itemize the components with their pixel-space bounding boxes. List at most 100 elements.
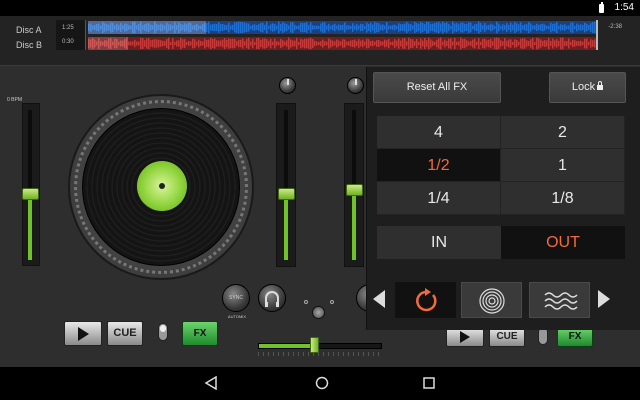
channel-b-fader-fill [352,196,356,260]
waveform-bar [134,39,136,48]
waveform-bar [464,23,466,32]
waveform-bar [190,41,192,46]
chevron-right-icon[interactable] [598,290,610,308]
beat-option[interactable]: 2 [501,116,625,149]
fx-button[interactable]: FX [182,321,218,346]
beat-option[interactable]: 4 [377,116,501,149]
waveform-bar [454,23,456,32]
waveform-bar [322,22,324,33]
vinyl-label [137,161,187,211]
waveform-bar [442,21,444,34]
waveform-bar [328,38,330,49]
sync-label: SYNC [229,295,243,301]
waveform-bar [466,40,468,47]
loop-in-button[interactable]: IN [377,226,501,259]
disc-b-waveform[interactable] [88,37,596,50]
loop-out-button[interactable]: OUT [501,226,625,259]
waveform-bar [580,24,582,31]
waveform-bar [468,22,470,33]
waveform-bar [408,23,410,32]
channel-a-gain-knob[interactable] [279,77,296,94]
beat-option[interactable]: 1/4 [377,182,501,215]
rec-knob[interactable] [312,306,325,319]
waveform-bar [158,39,160,48]
channel-b-fader-handle[interactable] [346,184,363,196]
fx-loop-button[interactable] [395,282,456,318]
beat-option[interactable]: 1/8 [501,182,625,215]
waveform-bar [236,22,238,33]
cue-button[interactable]: CUE [107,321,143,346]
waveform-bar [536,23,538,32]
waveform-bar [566,25,568,30]
cue-button-b[interactable]: CUE [489,327,525,347]
waveform-bar [220,23,222,32]
waveform-bar [498,38,500,49]
waveform-bar [392,25,394,30]
waveform-bar [518,24,520,31]
waveform-bar [148,37,150,50]
waveform-bar [552,23,554,32]
waveform-bar [408,37,410,50]
waveform-bar [350,25,352,30]
waveform-bar [528,21,530,34]
waveform-bar [448,38,450,49]
waveform-bar [516,39,518,48]
beat-option[interactable]: 1 [501,149,625,182]
waveform-bar [554,23,556,32]
pitch-slider-handle[interactable] [22,188,39,200]
waveform-bar [516,23,518,32]
waveform-bar [128,41,130,46]
waveform-bar [276,25,278,30]
waveform-bar [302,39,304,48]
waveform-bar [212,24,214,31]
waveform-bar [210,24,212,31]
waveform-bar [422,40,424,47]
waveform-bar [288,25,290,30]
waveform-bar [434,22,436,33]
waveform-bar [484,22,486,33]
reset-all-fx-button[interactable]: Reset All FX [373,72,501,103]
back-icon[interactable] [204,375,218,395]
channel-b-gain-knob[interactable] [347,77,364,94]
waveform-bar [384,39,386,48]
waveform-bar [374,41,376,46]
waveform-bar [296,25,298,30]
waveform-bar [178,40,180,47]
waveform-bar [522,25,524,30]
lock-button[interactable]: Lock [549,72,626,103]
channel-a-fader-handle[interactable] [278,188,295,200]
waveform-bar [520,38,522,49]
recent-apps-icon[interactable] [422,376,436,395]
waveform-bar [508,39,510,48]
waveform-bar [244,22,246,33]
waveform-bar [576,41,578,46]
vinyl-icon [479,288,505,314]
fx-button-b[interactable]: FX [557,327,593,347]
waveform-bar [402,24,404,31]
waveform-bar [484,38,486,49]
beat-option[interactable]: 1/2 [377,149,501,182]
waveform-bar [488,25,490,30]
waveform-bar [528,40,530,47]
fx-wave-button[interactable] [529,282,590,318]
waveform-bar [398,38,400,49]
fx-vinyl-button[interactable] [461,282,522,318]
deck-mode-toggle[interactable] [158,323,168,341]
crossfader-handle[interactable] [310,337,319,353]
waveform-bar [388,38,390,49]
waveform-bar [272,41,274,46]
waveform-bar [584,38,586,49]
waveform-bar [218,40,220,47]
waveform-bar [458,24,460,31]
waveform-bar [228,38,230,49]
waveform-bar [524,38,526,49]
waveform-bar [562,37,564,50]
waveform-bar [438,38,440,49]
chevron-left-icon[interactable] [373,290,385,308]
waveform-bar [460,37,462,50]
crossfader-ticks [258,352,382,356]
waveform-bar [472,39,474,48]
waveform-bar [364,41,366,46]
disc-b-time: 0:30 [62,39,74,45]
home-icon[interactable] [315,376,329,395]
